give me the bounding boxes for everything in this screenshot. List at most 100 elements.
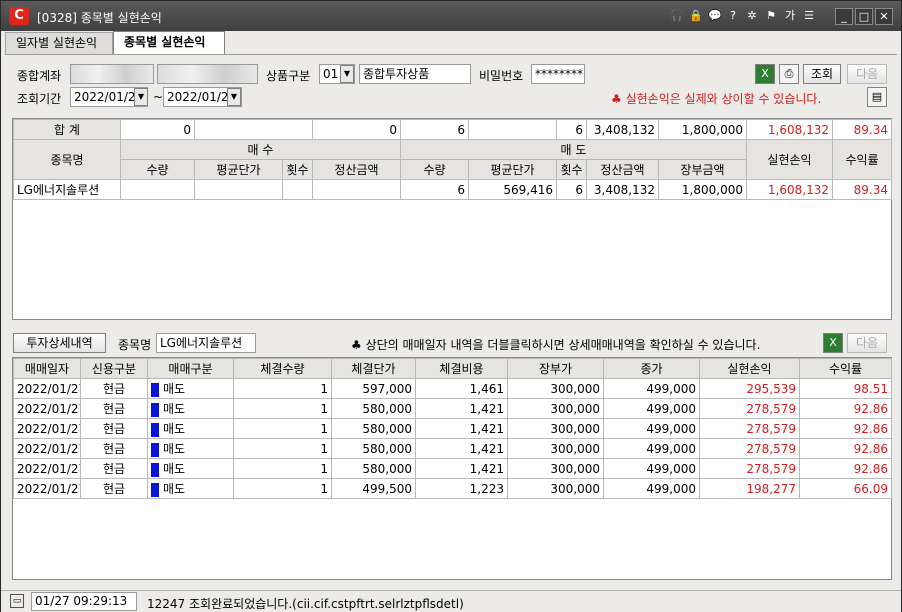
col-exec-cost: 체결비용 [415,358,508,379]
col-realized-profit: 실현손익 [699,358,800,379]
exec-qty-cell: 1 [233,398,332,419]
flag-icon[interactable]: ⚑ [765,9,777,23]
product-label: 상품구분 [266,69,311,83]
buy-count-cell [282,179,313,200]
return-rate-cell: 66.09 [799,478,892,499]
col-sell-count: 횟수 [556,159,587,180]
sell-marker-icon [151,462,159,477]
sell-marker-icon [151,422,159,437]
credit-type-cell: 현금 [80,458,148,479]
col-sell-qty: 수량 [400,159,469,180]
buy-amount-cell [312,179,401,200]
trade-type-text: 매도 [163,382,186,396]
table-row[interactable]: 2022/01/27 현금 매도 1 597,000 1,461 300,000 499,00… [13,378,892,399]
trade-type-text: 매도 [163,462,186,476]
table-row[interactable]: 2022/01/27 현금 매도 1 580,000 1,421 300,000 499,00… [13,458,892,479]
table-row[interactable]: 2022/01/27 현금 매도 1 580,000 1,421 300,000 499,00… [13,418,892,439]
detail-toolbar: 투자상세내역 종목명 LG에너지솔루션 ♣ 상단의 매매일자 내역을 더블클릭하… [5,331,897,357]
close-price-cell: 499,000 [603,418,700,439]
search-panel: 종합계좌 상품구분 01 ▼ 종합투자상품 비밀번호 ******** X ⎙ … [5,54,897,114]
period-label: 조회기간 [17,92,62,106]
table-row[interactable]: 2022/01/27 현금 매도 1 499,500 1,223 300,000 499,00… [13,478,892,499]
detail-grid: 매매일자 신용구분 매매구분 체결수량 체결단가 체결비용 장부가 종가 실현손… [12,357,892,580]
trade-type-cell: 매도 [147,458,234,479]
tab-daily-profit[interactable]: 일자별 실현손익 [5,32,113,54]
monitor-icon[interactable]: ▭ [10,594,24,608]
calendar-dropdown-icon[interactable]: ▼ [227,88,241,106]
exec-cost-cell: 1,421 [415,418,508,439]
profit-cell: 1,608,132 [746,179,833,200]
summary-table: 합 계 0 0 6 6 3,408,132 1,800,000 1,608,13… [13,119,892,200]
trade-type-cell: 매도 [147,418,234,439]
lock-icon[interactable]: 🔒 [689,9,703,23]
credit-type-cell: 현금 [80,478,148,499]
credit-type-cell: 현금 [80,378,148,399]
menu-icon[interactable]: ☰ [803,9,815,23]
account-number-field[interactable] [70,64,154,84]
trade-type-text: 매도 [163,442,186,456]
trade-type-cell: 매도 [147,398,234,419]
exec-qty-cell: 1 [233,378,332,399]
table-row[interactable]: 2022/01/27 현금 매도 1 580,000 1,421 300,000 499,00… [13,398,892,419]
close-price-cell: 499,000 [603,458,700,479]
font-size-icon[interactable]: 가 [784,9,796,23]
investment-detail-button[interactable]: 투자상세내역 [13,333,106,353]
exec-cost-cell: 1,421 [415,398,508,419]
print-icon[interactable]: ⎙ [779,64,799,84]
message-icon[interactable]: 💬 [708,9,722,23]
sell-marker-icon [151,482,159,497]
book-price-cell: 300,000 [507,418,604,439]
col-buy-count: 횟수 [282,159,313,180]
trade-type-cell: 매도 [147,478,234,499]
trade-type-text: 매도 [163,422,186,436]
detail-next-button[interactable]: 다음 [847,333,887,353]
close-button[interactable]: ✕ [875,8,893,25]
sum-rate: 89.34 [832,119,892,140]
col-return-rate: 수익률 [799,358,892,379]
settings-icon[interactable]: ✲ [746,9,758,23]
col-profit: 실현손익 [746,139,833,180]
next-button[interactable]: 다음 [847,64,887,84]
sum-sell-qty: 6 [400,119,469,140]
book-amount-cell: 1,800,000 [658,179,747,200]
excel-export-icon[interactable]: X [755,64,775,84]
status-message: 12247 조회완료되었습니다.(cii.cif.cstpftrt.selrlz… [147,597,464,611]
title-bar[interactable]: C [0328] 종목별 실현손익 🎧 🔒 💬? ✲ ⚑ 가 ☰ _ □ ✕ [1,1,901,31]
stock-name-label: 종목명 [118,338,152,352]
realized-profit-cell: 278,579 [699,458,800,479]
table-row[interactable]: 2022/01/27 현금 매도 1 580,000 1,421 300,000 499,00… [13,438,892,459]
table-row[interactable]: LG에너지솔루션 6 569,416 6 3,408,132 1,800,000… [13,179,892,200]
realized-profit-cell: 198,277 [699,478,800,499]
status-time: 01/27 09:29:13 [31,592,137,611]
realized-profit-cell: 278,579 [699,398,800,419]
tab-bar: 일자별 실현손익 종목별 실현손익 [5,31,225,55]
excel-export-icon[interactable]: X [823,333,843,353]
sell-marker-icon [151,402,159,417]
tab-stock-profit[interactable]: 종목별 실현손익 [113,31,225,55]
exec-qty-cell: 1 [233,438,332,459]
close-price-cell: 499,000 [603,438,700,459]
detail-header-row: 매매일자 신용구분 매매구분 체결수량 체결단가 체결비용 장부가 종가 실현손… [13,358,892,379]
book-price-cell: 300,000 [507,438,604,459]
help-icon[interactable]: ? [727,9,739,23]
search-button[interactable]: 조회 [803,64,841,84]
chat-icon[interactable]: ▤ [867,87,887,107]
password-field[interactable]: ******** [531,64,585,84]
col-buy-avg: 평균단가 [194,159,283,180]
calendar-dropdown-icon[interactable]: ▼ [134,88,148,106]
minimize-button[interactable]: _ [835,8,853,25]
sum-label: 합 계 [13,119,121,140]
sum-row[interactable]: 합 계 0 0 6 6 3,408,132 1,800,000 1,608,13… [13,119,892,140]
doubleclick-hint: ♣ 상단의 매매일자 내역을 더블클릭하시면 상세매매내역을 확인하실 수 있습… [351,338,761,352]
exec-cost-cell: 1,223 [415,478,508,499]
trade-date-cell: 2022/01/27 [13,438,81,459]
dropdown-arrow-icon[interactable]: ▼ [340,65,354,83]
close-price-cell: 499,000 [603,478,700,499]
trade-type-cell: 매도 [147,378,234,399]
status-bar: ▭ 01/27 09:29:13 12247 조회완료되었습니다.(cii.ci… [1,590,901,612]
group-buy-header: 매 수 [120,139,401,160]
col-exec-price: 체결단가 [331,358,416,379]
maximize-button[interactable]: □ [855,8,873,25]
headset-icon[interactable]: 🎧 [670,9,684,23]
book-price-cell: 300,000 [507,378,604,399]
